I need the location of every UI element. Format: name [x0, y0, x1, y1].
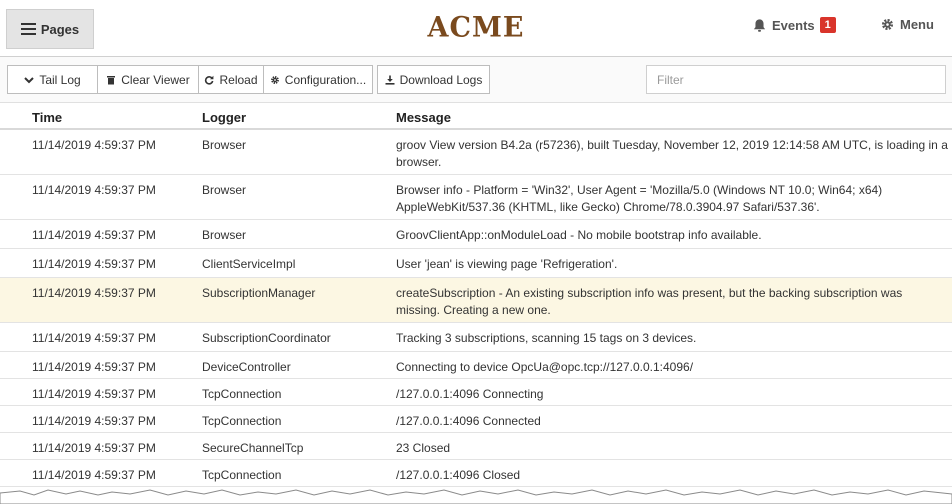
events-count-badge: 1: [819, 17, 836, 33]
row-time: 11/14/2019 4:59:37 PM: [32, 228, 156, 242]
table-row[interactable]: 11/14/2019 4:59:37 PM Browser GroovClien…: [0, 220, 952, 249]
pages-button[interactable]: Pages: [6, 9, 94, 49]
row-message: GroovClientApp::onModuleLoad - No mobile…: [396, 228, 762, 242]
row-logger: TcpConnection: [202, 468, 282, 482]
column-header-logger[interactable]: Logger: [202, 110, 246, 125]
row-time: 11/14/2019 4:59:37 PM: [32, 138, 156, 152]
row-logger: SubscriptionManager: [202, 286, 316, 300]
table-row[interactable]: 11/14/2019 4:59:37 PM SubscriptionCoordi…: [0, 323, 952, 352]
table-row[interactable]: 11/14/2019 4:59:37 PM TcpConnection /127…: [0, 460, 952, 487]
brand-logo: ACME: [427, 11, 525, 44]
row-time: 11/14/2019 4:59:37 PM: [32, 331, 156, 345]
row-message: createSubscription - An existing subscri…: [396, 286, 903, 317]
chevron-down-icon: [24, 76, 35, 83]
row-time: 11/14/2019 4:59:37 PM: [32, 414, 156, 428]
row-time: 11/14/2019 4:59:37 PM: [32, 468, 156, 482]
log-table-header: Time Logger Message: [0, 103, 952, 130]
row-time: 11/14/2019 4:59:37 PM: [32, 387, 156, 401]
row-logger: SubscriptionCoordinator: [202, 331, 331, 345]
row-logger: Browser: [202, 183, 247, 197]
table-row[interactable]: 11/14/2019 4:59:37 PM SecureChannelTcp 2…: [0, 433, 952, 460]
row-message: Browser info - Platform = 'Win32', User …: [396, 183, 883, 214]
download-logs-label: Download Logs: [399, 72, 483, 87]
refresh-icon: [205, 75, 214, 85]
tail-log-button[interactable]: Tail Log: [7, 65, 98, 94]
row-message: /127.0.0.1:4096 Connecting: [396, 387, 544, 401]
row-message: User 'jean' is viewing page 'Refrigerati…: [396, 257, 618, 271]
tail-log-label: Tail Log: [39, 72, 81, 87]
trash-icon: [107, 75, 116, 84]
configuration-label: Configuration...: [284, 72, 367, 87]
row-message: Connecting to device OpcUa@opc.tcp://127…: [396, 360, 694, 374]
bell-icon: [753, 18, 766, 32]
download-logs-button[interactable]: Download Logs: [377, 65, 490, 94]
menu-label: Menu: [900, 17, 934, 32]
clear-viewer-button[interactable]: Clear Viewer: [97, 65, 199, 94]
row-logger: DeviceController: [202, 360, 291, 374]
row-time: 11/14/2019 4:59:37 PM: [32, 286, 156, 300]
row-logger: ClientServiceImpl: [202, 257, 296, 271]
table-row[interactable]: 11/14/2019 4:59:37 PM Browser Browser in…: [0, 175, 952, 220]
top-bar: Pages ACME Events 1 Menu: [0, 0, 952, 57]
torn-edge-decoration: [0, 489, 952, 504]
row-message: 23 Closed: [396, 441, 451, 455]
download-icon: [385, 75, 395, 85]
row-time: 11/14/2019 4:59:37 PM: [32, 360, 156, 374]
log-table-body: 11/14/2019 4:59:37 PM Browser groov View…: [0, 130, 952, 487]
column-header-time[interactable]: Time: [32, 110, 62, 125]
reload-label: Reload: [219, 72, 258, 87]
row-logger: TcpConnection: [202, 387, 282, 401]
reload-button[interactable]: Reload: [198, 65, 264, 94]
row-logger: SecureChannelTcp: [202, 441, 304, 455]
row-time: 11/14/2019 4:59:37 PM: [32, 183, 156, 197]
log-toolbar: Tail Log Clear Viewer Reload Configurati…: [0, 57, 952, 103]
row-time: 11/14/2019 4:59:37 PM: [32, 257, 156, 271]
row-message: groov View version B4.2a (r57236), built…: [396, 138, 948, 169]
column-header-message[interactable]: Message: [396, 110, 451, 125]
table-row[interactable]: 11/14/2019 4:59:37 PM TcpConnection /127…: [0, 406, 952, 433]
row-time: 11/14/2019 4:59:37 PM: [32, 441, 156, 455]
row-message: Tracking 3 subscriptions, scanning 15 ta…: [396, 331, 697, 345]
row-logger: TcpConnection: [202, 414, 282, 428]
clear-viewer-label: Clear Viewer: [121, 72, 190, 87]
row-message: /127.0.0.1:4096 Connected: [396, 414, 541, 428]
gear-icon: [270, 75, 279, 84]
table-row[interactable]: 11/14/2019 4:59:37 PM Browser groov View…: [0, 130, 952, 175]
hamburger-icon: [20, 23, 36, 35]
table-row[interactable]: 11/14/2019 4:59:37 PM DeviceController C…: [0, 352, 952, 379]
table-row[interactable]: 11/14/2019 4:59:37 PM ClientServiceImpl …: [0, 249, 952, 278]
pages-label: Pages: [40, 21, 80, 37]
row-message: /127.0.0.1:4096 Closed: [396, 468, 521, 482]
menu-button[interactable]: Menu: [880, 17, 934, 32]
events-button[interactable]: Events 1: [752, 17, 836, 33]
row-logger: Browser: [202, 228, 247, 242]
events-label: Events: [772, 17, 815, 33]
filter-input[interactable]: [646, 65, 946, 94]
table-row[interactable]: 11/14/2019 4:59:37 PM TcpConnection /127…: [0, 379, 952, 406]
configuration-button[interactable]: Configuration...: [263, 65, 373, 94]
gear-icon: [881, 18, 894, 31]
table-row-selected[interactable]: 11/14/2019 4:59:37 PM SubscriptionManage…: [0, 278, 952, 323]
row-logger: Browser: [202, 138, 247, 152]
